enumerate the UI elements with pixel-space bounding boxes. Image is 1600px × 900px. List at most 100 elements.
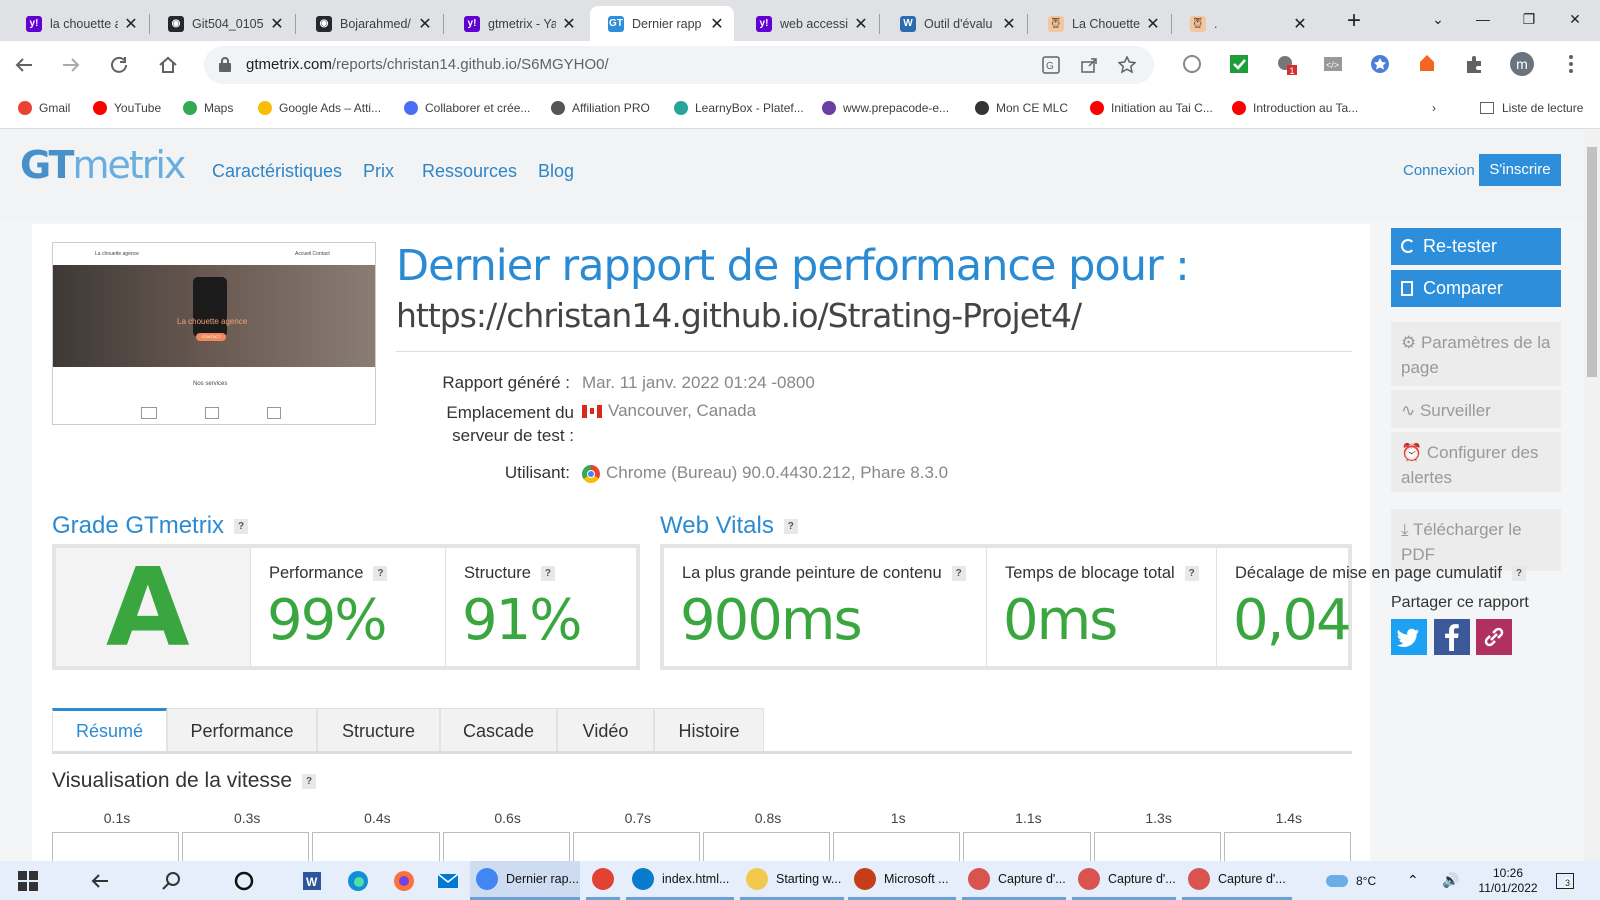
tab-close-icon[interactable]: ✕: [1000, 14, 1018, 34]
bookmark-star-icon[interactable]: [1118, 56, 1136, 74]
report-tab[interactable]: Résumé: [52, 708, 167, 752]
bookmarks-overflow-icon[interactable]: ›: [1432, 101, 1436, 115]
tab-close-icon[interactable]: ✕: [416, 14, 434, 34]
browser-tab[interactable]: 🦉. ✕: [1172, 6, 1317, 41]
bookmark-item[interactable]: Collaborer et crée...: [404, 101, 530, 115]
browser-tab[interactable]: ◉ Git504_01052 ✕: [150, 6, 294, 41]
help-icon[interactable]: ?: [1184, 566, 1199, 582]
tab-close-icon[interactable]: ✕: [852, 14, 870, 34]
gtmetrix-logo[interactable]: GTmetrix: [20, 143, 186, 187]
profile-avatar[interactable]: m: [1510, 52, 1534, 76]
bookmark-item[interactable]: Affiliation PRO: [551, 101, 650, 115]
browser-tab[interactable]: y! web accessib ✕: [738, 6, 878, 41]
extension-check-icon[interactable]: [1228, 53, 1250, 75]
facebook-icon[interactable]: [1434, 619, 1470, 655]
search-icon[interactable]: [160, 869, 184, 893]
bookmark-item[interactable]: www.prepacode-e...: [822, 101, 949, 115]
browser-tab[interactable]: 🦉 La Chouette a ✕: [1030, 6, 1170, 41]
show-hidden-icons[interactable]: ⌃: [1407, 861, 1419, 900]
filmstrip-frame[interactable]: [572, 832, 700, 861]
taskbar-app[interactable]: index.html...: [626, 861, 734, 900]
lock-icon[interactable]: [218, 56, 232, 72]
filmstrip-frame[interactable]: [963, 832, 1091, 861]
help-icon[interactable]: ?: [1511, 566, 1526, 582]
forward-arrow-icon[interactable]: [57, 51, 85, 79]
help-icon[interactable]: ?: [234, 519, 249, 535]
filmstrip-frame[interactable]: [833, 832, 961, 861]
bookmark-item[interactable]: Mon CE MLC: [975, 101, 1068, 115]
extension-badge-icon[interactable]: 1: [1275, 53, 1297, 75]
help-icon[interactable]: ?: [373, 566, 388, 582]
minimize-icon[interactable]: —: [1460, 4, 1506, 34]
clock[interactable]: 10:26 11/01/2022: [1472, 861, 1544, 900]
url-text[interactable]: gtmetrix.com/reports/christan14.github.i…: [246, 56, 609, 73]
filmstrip-frame[interactable]: [442, 832, 570, 861]
tab-search-icon[interactable]: ⌄: [1415, 4, 1461, 34]
page-screenshot-thumbnail[interactable]: La chouette agence Accueil Contact La ch…: [52, 242, 376, 425]
bookmark-item[interactable]: Google Ads – Atti...: [258, 101, 381, 115]
taskbar-app[interactable]: Capture d'...: [1182, 861, 1292, 900]
filmstrip-frame[interactable]: [52, 832, 180, 861]
help-icon[interactable]: ?: [783, 519, 798, 535]
twitter-icon[interactable]: [1391, 619, 1427, 655]
taskbar-app[interactable]: Dernier rap...: [470, 861, 580, 900]
bookmark-item[interactable]: YouTube: [93, 101, 161, 115]
weather-widget[interactable]: 8°C: [1326, 861, 1376, 900]
mail-icon[interactable]: [436, 869, 460, 893]
reading-list-button[interactable]: Liste de lecture: [1480, 101, 1583, 115]
firefox-icon[interactable]: [392, 869, 416, 893]
bookmark-item[interactable]: Maps: [183, 101, 233, 115]
compare-button[interactable]: Comparer: [1391, 270, 1561, 307]
report-tab[interactable]: Structure: [317, 708, 440, 752]
home-icon[interactable]: [154, 51, 182, 79]
retest-button[interactable]: Re-tester: [1391, 228, 1561, 265]
browser-tab[interactable]: y! gtmetrix - Ya ✕: [446, 6, 586, 41]
taskbar-app[interactable]: Capture d'...: [962, 861, 1066, 900]
taskbar-app[interactable]: Starting w...: [740, 861, 844, 900]
browser-tab[interactable]: GT Dernier rapp ✕: [590, 6, 734, 41]
back-arrow-icon[interactable]: [10, 51, 38, 79]
edge-icon[interactable]: [346, 869, 370, 893]
configure-alerts-button[interactable]: ⏰ Configurer des alertes: [1391, 432, 1561, 492]
volume-icon[interactable]: 🔊: [1442, 861, 1459, 900]
cortana-icon[interactable]: [232, 869, 256, 893]
window-close-icon[interactable]: ✕: [1552, 4, 1598, 34]
extension-code-icon[interactable]: </>: [1322, 53, 1344, 75]
tab-close-icon[interactable]: ✕: [1291, 14, 1309, 34]
share-icon[interactable]: [1080, 56, 1098, 74]
nav-link-blog[interactable]: Blog: [538, 161, 574, 182]
download-pdf-button[interactable]: ⤓ Télécharger le PDF: [1391, 509, 1561, 571]
scrollbar-thumb[interactable]: [1587, 147, 1597, 377]
taskbar-app[interactable]: Capture d'...: [1072, 861, 1176, 900]
extension-orange-icon[interactable]: [1416, 53, 1438, 75]
taskbar-app[interactable]: Microsoft ...: [848, 861, 956, 900]
bookmark-item[interactable]: Introduction au Ta...: [1232, 101, 1358, 115]
notifications-button[interactable]: 3: [1556, 861, 1574, 900]
bookmark-item[interactable]: Gmail: [18, 101, 70, 115]
report-url[interactable]: https://christan14.github.io/Strating-Pr…: [396, 296, 1082, 335]
extension-headphones-icon[interactable]: [1181, 53, 1203, 75]
filmstrip-frame[interactable]: [182, 832, 310, 861]
windows-start-icon[interactable]: [16, 869, 40, 893]
filmstrip-frame[interactable]: [1223, 832, 1351, 861]
tab-close-icon[interactable]: ✕: [560, 14, 578, 34]
browser-tab[interactable]: W Outil d'évalu ✕: [882, 6, 1026, 41]
taskbar-app[interactable]: [586, 861, 620, 900]
signup-button[interactable]: S'inscrire: [1479, 154, 1561, 186]
nav-link-resources[interactable]: Ressources: [422, 161, 517, 182]
filmstrip-frame[interactable]: [703, 832, 831, 861]
translate-icon[interactable]: G: [1042, 56, 1060, 74]
report-tab[interactable]: Performance: [167, 708, 317, 752]
help-icon[interactable]: ?: [302, 773, 317, 789]
monitor-button[interactable]: ∿ Surveiller: [1391, 390, 1561, 428]
new-tab-button[interactable]: +: [1340, 8, 1368, 36]
tab-close-icon[interactable]: ✕: [268, 14, 286, 34]
page-scrollbar[interactable]: [1584, 129, 1600, 861]
report-tab[interactable]: Vidéo: [557, 708, 654, 752]
filmstrip-frame[interactable]: [312, 832, 440, 861]
tab-close-icon[interactable]: ✕: [122, 14, 140, 34]
menu-kebab-icon[interactable]: [1560, 53, 1582, 75]
report-tab[interactable]: Cascade: [440, 708, 557, 752]
nav-link-pricing[interactable]: Prix: [363, 161, 394, 182]
back-arrow-icon[interactable]: [88, 869, 112, 893]
